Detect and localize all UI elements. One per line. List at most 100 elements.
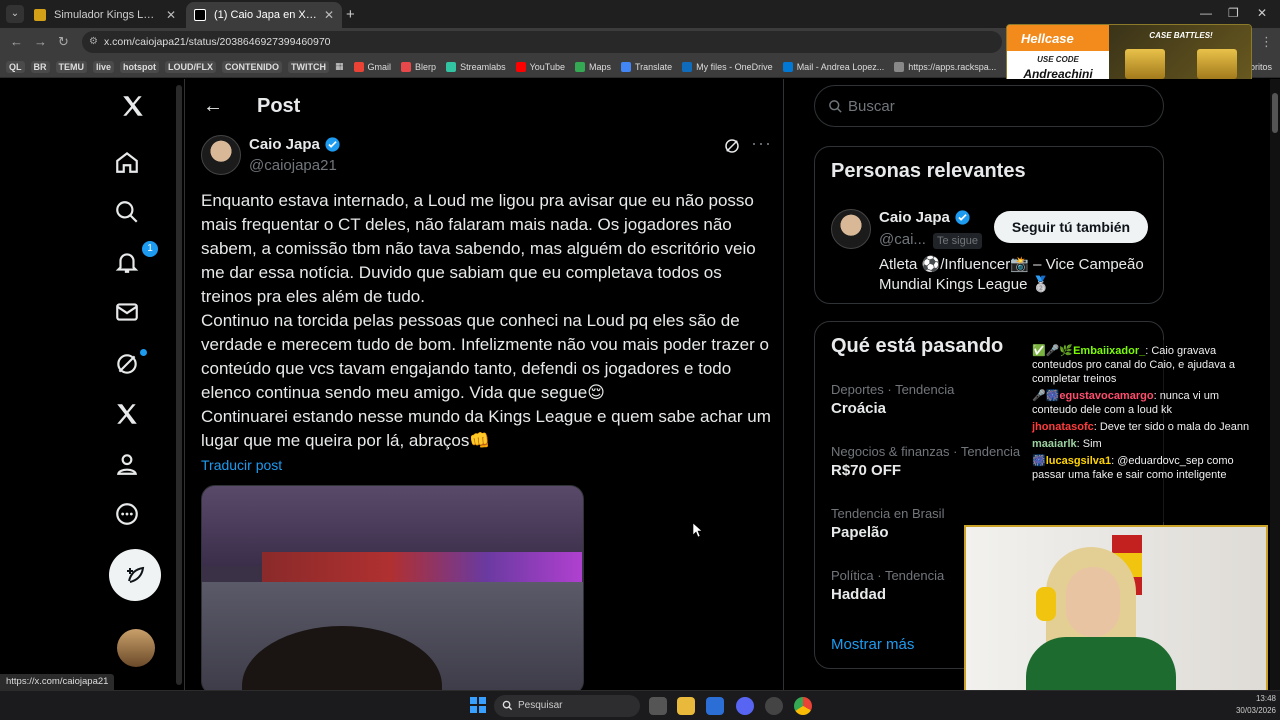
- file-explorer-icon[interactable]: [677, 697, 695, 715]
- bookmark-item[interactable]: Streamlabs: [446, 61, 506, 72]
- page-scrollbar[interactable]: [1270, 79, 1280, 690]
- verified-badge-icon: [325, 137, 340, 152]
- x-logo-icon[interactable]: [120, 93, 150, 123]
- system-clock[interactable]: 13:48 30/03/2026: [1222, 693, 1276, 717]
- tab-title: Simulador Kings League Brasil: [54, 9, 160, 21]
- search-icon: [829, 100, 842, 113]
- tab-search-button[interactable]: ⌄: [6, 5, 24, 23]
- profile-icon[interactable]: [114, 451, 144, 481]
- use-code-label: USE CODE: [1037, 55, 1079, 64]
- forward-arrow-icon[interactable]: →: [34, 34, 47, 49]
- bookmark-item[interactable]: https://apps.rackspa...: [894, 61, 996, 72]
- close-window-icon[interactable]: ✕: [1257, 6, 1267, 20]
- taskbar-search-input[interactable]: Pesquisar: [494, 695, 640, 717]
- app-icon[interactable]: [765, 697, 783, 715]
- post-media-image[interactable]: [201, 485, 584, 690]
- back-arrow-icon[interactable]: ←: [203, 95, 223, 118]
- chat-text: Sim: [1082, 438, 1102, 450]
- relevant-user-name[interactable]: Caio Japa: [879, 209, 971, 226]
- streamer-jersey: [1026, 637, 1176, 695]
- account-avatar[interactable]: [117, 629, 155, 667]
- bookmark-label: My files - OneDrive: [696, 61, 773, 72]
- browser-tab-simulador[interactable]: Simulador Kings League Brasil ✕: [26, 2, 184, 28]
- chat-username: lucasgsilva1: [1045, 455, 1112, 467]
- author-handle[interactable]: @caiojapa21: [249, 157, 337, 174]
- apps-grid-icon[interactable]: ▦: [335, 61, 344, 72]
- home-icon[interactable]: [114, 149, 144, 179]
- bookmark-item[interactable]: LOUD/FLX: [165, 60, 217, 73]
- relevant-user-handle[interactable]: @cai...: [879, 231, 926, 248]
- chat-message: jhonatasofc: Deve ter sido o mala do Jea…: [1032, 420, 1256, 434]
- follows-you-badge: Te sigue: [933, 233, 982, 249]
- chest-icon: [1197, 49, 1237, 79]
- bookmark-item[interactable]: Gmail: [353, 61, 392, 72]
- bookmark-item[interactable]: My files - OneDrive: [682, 61, 773, 72]
- bookmark-label: Gmail: [367, 61, 392, 72]
- mail-app-icon[interactable]: [706, 697, 724, 715]
- site-info-icon[interactable]: ⚙: [89, 31, 98, 53]
- new-tab-plus-icon[interactable]: +: [346, 6, 355, 23]
- address-bar[interactable]: ⚙ x.com/caiojapa21/status/20386469273994…: [82, 31, 1002, 53]
- author-avatar[interactable]: [201, 135, 241, 175]
- explore-search-icon[interactable]: [114, 199, 144, 229]
- discord-icon[interactable]: [736, 697, 754, 715]
- search-input[interactable]: Buscar: [814, 85, 1164, 127]
- notifications-bell-icon[interactable]: 1: [114, 241, 158, 279]
- bookmark-item[interactable]: hotspot: [120, 60, 160, 73]
- post-paragraph: Continuo na torcida pelas pessoas que co…: [201, 311, 769, 402]
- bookmark-item[interactable]: Mail - Andrea Lopez...: [782, 61, 884, 72]
- scrollbar-thumb[interactable]: [1272, 93, 1278, 133]
- bookmark-item[interactable]: BR: [30, 60, 50, 73]
- bookmark-favicon-icon: [894, 61, 905, 72]
- more-options-icon[interactable]: [114, 501, 144, 531]
- chat-username: maaiarlk: [1032, 438, 1077, 450]
- case-battles-panel: CASE BATTLES!: [1109, 25, 1251, 85]
- show-more-link[interactable]: Mostrar más: [831, 636, 914, 653]
- author-name[interactable]: Caio Japa: [249, 136, 341, 153]
- chat-username: jhonatasofc: [1032, 421, 1094, 433]
- minimize-icon[interactable]: —: [1200, 6, 1212, 20]
- mouse-pointer-icon: [693, 523, 703, 537]
- notifications-count-badge: 1: [142, 241, 158, 257]
- bookmark-favicon-icon: [574, 61, 585, 72]
- chrome-icon[interactable]: [794, 697, 812, 715]
- translate-post-link[interactable]: Traducir post: [201, 457, 282, 473]
- back-arrow-icon[interactable]: ←: [10, 34, 23, 49]
- search-placeholder: Buscar: [848, 98, 895, 115]
- windows-start-icon[interactable]: [470, 697, 486, 713]
- grok-explain-icon[interactable]: [723, 137, 741, 155]
- bookmark-item[interactable]: YouTube: [515, 61, 565, 72]
- streamer-webcam: [964, 525, 1268, 697]
- bookmark-item[interactable]: TEMU: [55, 60, 87, 73]
- bookmark-item[interactable]: TWITCH: [288, 60, 330, 73]
- chat-message: 🎆lucasgsilva1: @eduardovc_sep como passa…: [1032, 454, 1256, 482]
- follow-back-button[interactable]: Seguir tú también: [994, 211, 1148, 243]
- browser-menu-icon[interactable]: ⋮: [1260, 34, 1273, 50]
- bookmark-item[interactable]: QL: [6, 60, 25, 73]
- task-view-icon[interactable]: [649, 697, 667, 715]
- browser-tab-x-post[interactable]: (1) Caio Japa en X: "Enquanto e ✕: [186, 2, 342, 28]
- left-scrollbar[interactable]: [176, 85, 182, 685]
- bookmark-item[interactable]: Translate: [620, 61, 672, 72]
- taskbar-search-placeholder: Pesquisar: [518, 700, 563, 711]
- bookmark-item[interactable]: Blerp: [401, 61, 437, 72]
- close-tab-icon[interactable]: ✕: [324, 8, 334, 22]
- bookmarks-overflow[interactable]: oritos: [1250, 62, 1272, 72]
- post-more-options-icon[interactable]: ···: [751, 133, 772, 154]
- relevant-user-avatar[interactable]: [831, 209, 871, 249]
- author-name-text: Caio Japa: [249, 136, 320, 153]
- bookmark-item[interactable]: CONTENIDO: [222, 60, 283, 73]
- chat-badges: 🎤🎆: [1032, 390, 1060, 402]
- bookmark-label: live: [96, 61, 112, 72]
- premium-x-icon[interactable]: [114, 401, 144, 431]
- maximize-icon[interactable]: ❐: [1228, 6, 1239, 20]
- grok-icon[interactable]: [114, 349, 147, 381]
- bookmark-item[interactable]: live: [93, 60, 115, 73]
- bookmark-item[interactable]: Maps: [574, 61, 611, 72]
- close-tab-icon[interactable]: ✕: [166, 8, 176, 22]
- trends-title: Qué está pasando: [831, 335, 1004, 357]
- bookmark-label: Blerp: [415, 61, 437, 72]
- compose-post-button[interactable]: [109, 549, 161, 601]
- messages-envelope-icon[interactable]: [114, 299, 144, 329]
- reload-icon[interactable]: ↻: [58, 34, 69, 50]
